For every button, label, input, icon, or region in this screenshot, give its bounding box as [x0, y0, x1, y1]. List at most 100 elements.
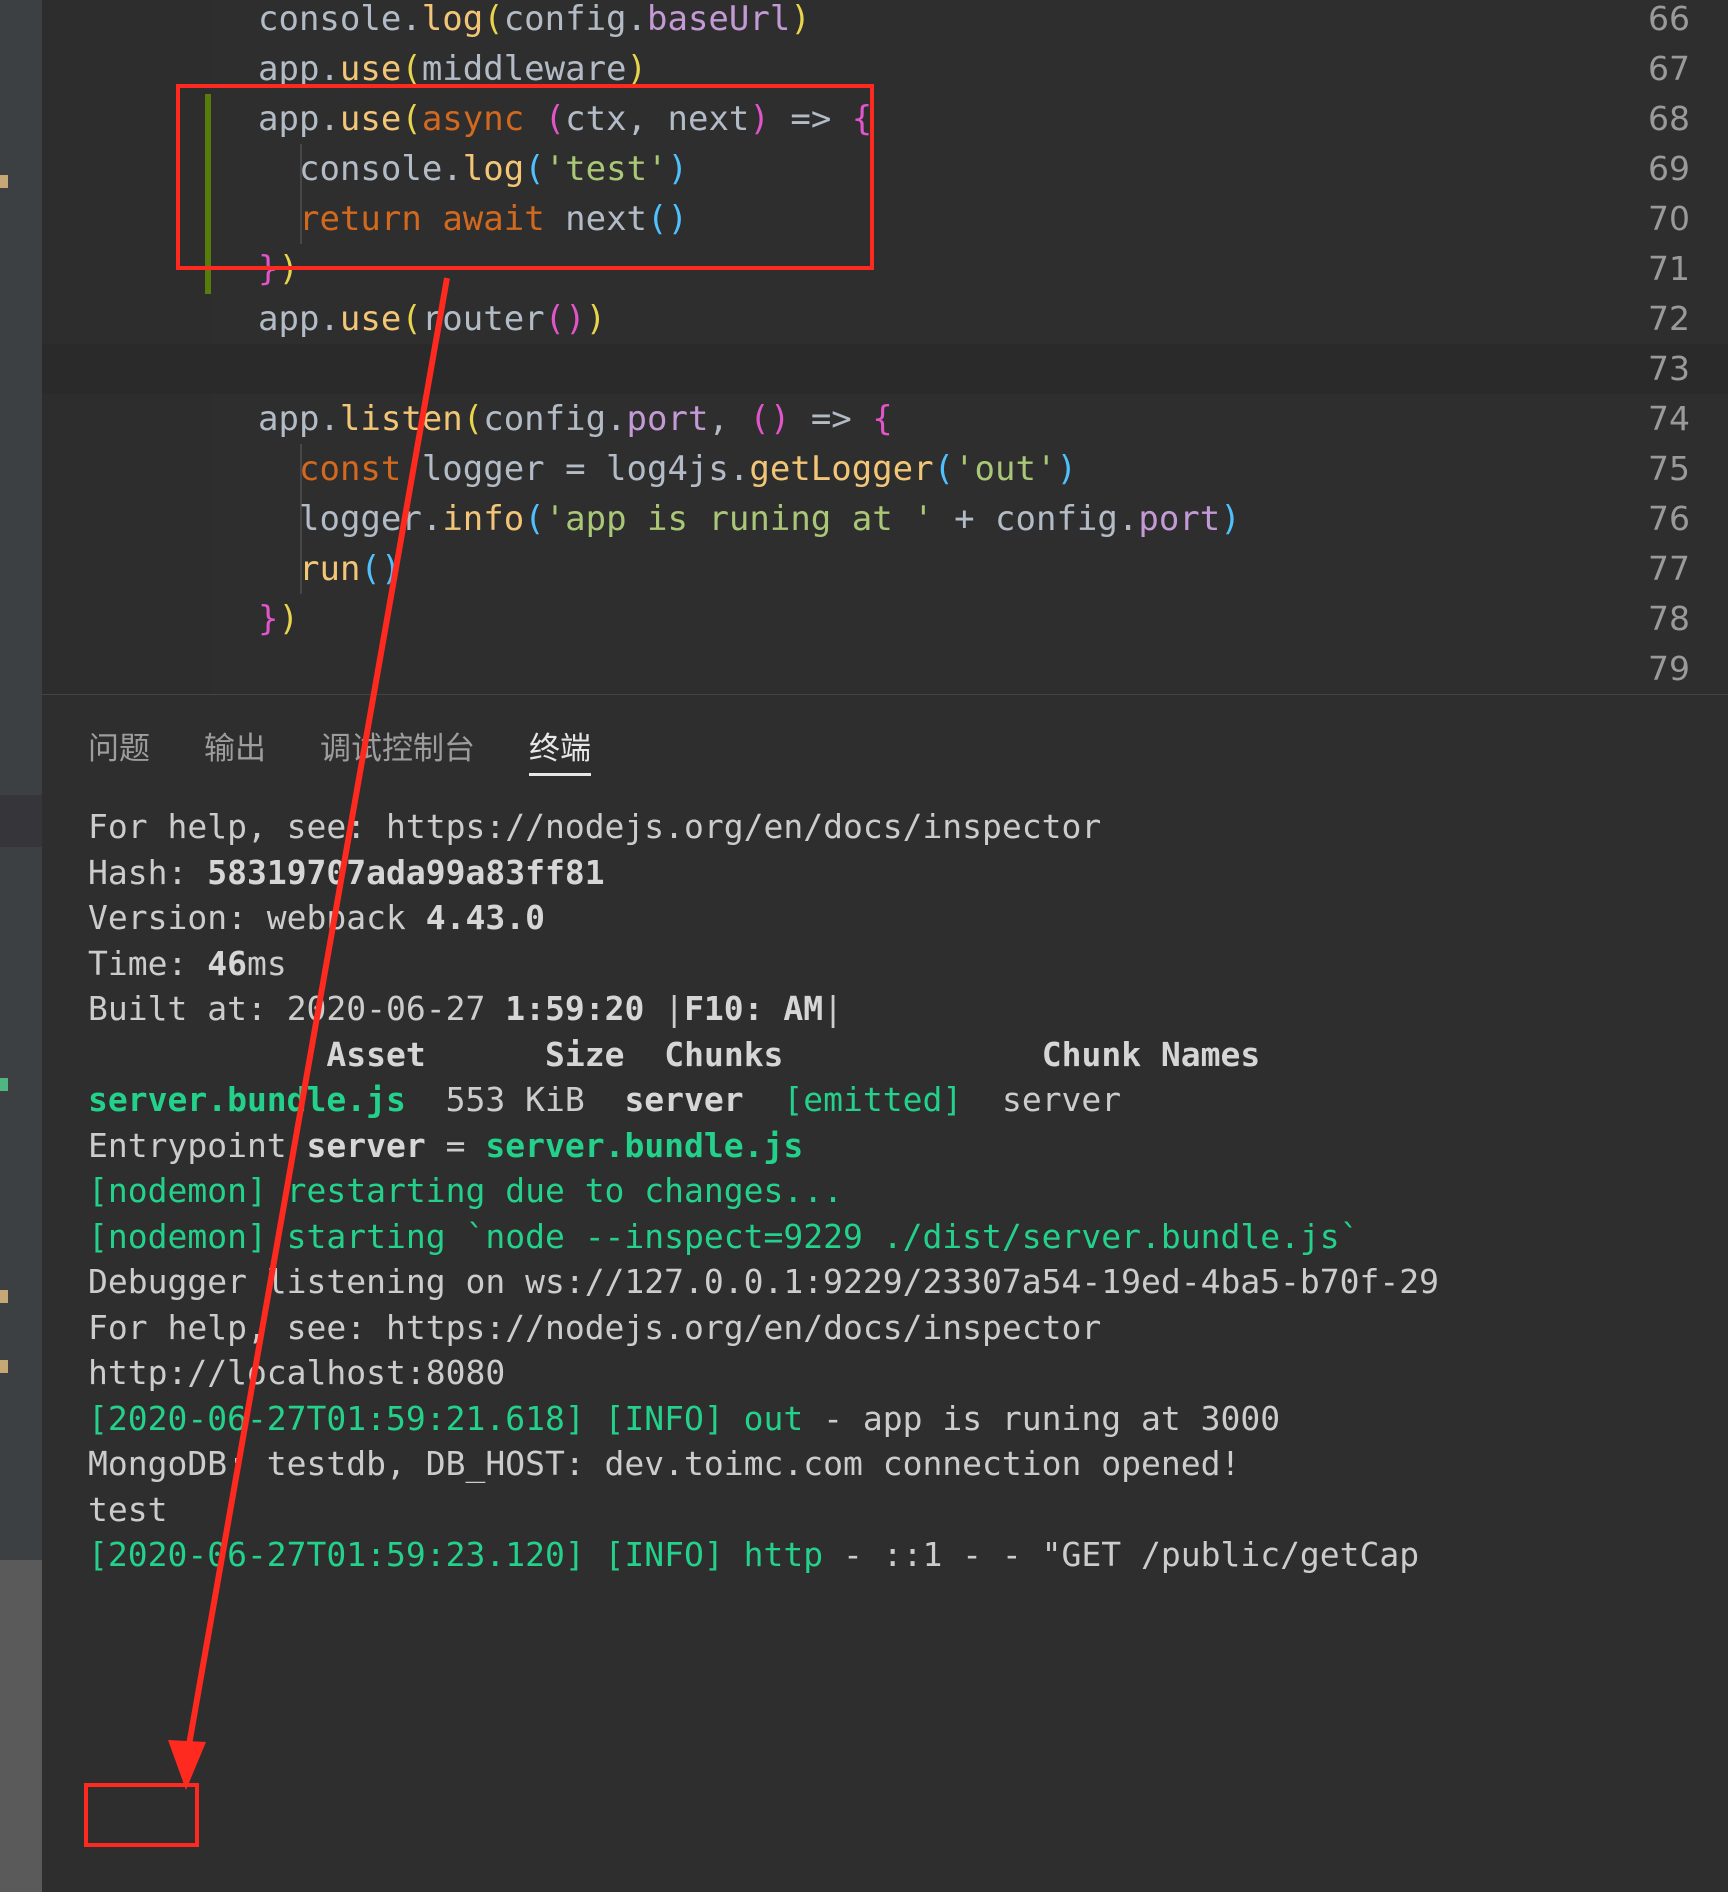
code-token: .: [728, 449, 750, 489]
terminal-text: [2020-06-27T01:59:21.618] [INFO] out: [88, 1398, 804, 1438]
line-number: 72: [1648, 299, 1690, 338]
code-token: config: [483, 399, 607, 439]
code-line[interactable]: return await next(): [299, 194, 688, 244]
code-token: =>: [790, 399, 873, 439]
code-token: ): [626, 49, 647, 89]
bottom-panel: 问题 输出 调试控制台 终端 For help, see: https://nodej…: [42, 694, 1728, 1892]
overview-strip-band: [0, 795, 42, 847]
overview-marker: [0, 1078, 8, 1091]
code-line[interactable]: const logger = log4js.getLogger('out'): [299, 444, 1077, 494]
code-token: ): [769, 399, 791, 439]
code-token: (: [524, 149, 545, 189]
line-number: 70: [1648, 199, 1690, 238]
code-token: info: [442, 499, 525, 539]
code-token: 'app is runing at ': [544, 499, 934, 539]
code-token: .: [626, 0, 647, 39]
terminal-text: For help, see: https://nodejs.org/en/doc…: [88, 807, 1102, 846]
code-token: router: [421, 299, 545, 339]
code-token: next: [544, 199, 648, 239]
terminal-text: For help, see: https://nodejs.org/en/doc…: [88, 1307, 1102, 1347]
code-line[interactable]: run(): [299, 544, 401, 594]
overview-strip-footer: [0, 1560, 42, 1892]
terminal-line: [2020-06-27T01:59:23.120] [INFO] http - …: [88, 1532, 1728, 1578]
code-token: return: [299, 199, 422, 239]
code-token: {: [872, 399, 893, 439]
line-number: 76: [1648, 499, 1690, 538]
code-token: await: [442, 199, 545, 239]
code-token: app: [258, 399, 320, 439]
code-line[interactable]: app.listen(config.port, () => {: [258, 394, 893, 444]
code-token: (: [544, 299, 566, 339]
code-token: getLogger: [749, 449, 934, 489]
overview-marker: [0, 1360, 8, 1373]
code-token: =>: [769, 99, 852, 139]
code-line[interactable]: console.log('test'): [299, 144, 688, 194]
code-token: 'test': [544, 149, 668, 189]
panel-tab-label: 终端: [529, 730, 591, 767]
terminal-text: server: [624, 1080, 744, 1119]
panel-tab-3[interactable]: 终端: [529, 702, 591, 788]
terminal-text: [nodemon] starting `node --inspect=9229 …: [88, 1216, 1360, 1256]
code-token: log: [462, 149, 525, 189]
code-token: (: [647, 199, 668, 239]
code-line[interactable]: }): [258, 594, 299, 644]
code-token: baseUrl: [647, 0, 791, 39]
code-line[interactable]: app.use(middleware): [258, 44, 647, 94]
vscode-window: 66 console.log(config.baseUrl) 67 app.use(m…: [0, 0, 1728, 1892]
code-token: (: [401, 299, 422, 339]
code-editor[interactable]: 66 console.log(config.baseUrl) 67 app.use(m…: [42, 0, 1728, 694]
code-token: ): [667, 199, 688, 239]
line-number: 78: [1648, 599, 1690, 638]
panel-tab-bar: 问题 输出 调试控制台 终端: [42, 702, 1728, 788]
terminal-line: Version: webpack 4.43.0: [88, 895, 1728, 941]
code-line[interactable]: console.log(config.baseUrl): [258, 0, 811, 44]
terminal-line: Built at: 2020-06-27 1:59:20 |F10: AM|: [88, 986, 1728, 1032]
code-line[interactable]: logger.info('app is runing at ' + config…: [299, 494, 1241, 544]
git-added-indicator: [205, 144, 211, 194]
code-token: port: [626, 399, 709, 439]
code-token: ): [585, 299, 607, 339]
terminal-text: Hash:: [88, 852, 208, 892]
code-line[interactable]: }): [258, 244, 299, 294]
code-token: 'out': [954, 449, 1057, 489]
line-number: 79: [1648, 649, 1690, 688]
current-line-highlight: [42, 344, 1728, 394]
code-line[interactable]: app.use(router()): [258, 294, 606, 344]
code-line[interactable]: app.use(async (ctx, next) => {: [258, 94, 872, 144]
code-token: ): [667, 149, 688, 189]
editor-overview-strip[interactable]: [0, 0, 42, 1892]
panel-divider: [42, 694, 1728, 695]
terminal-output[interactable]: For help, see: https://nodejs.org/en/doc…: [88, 804, 1728, 1892]
code-token: .: [442, 149, 463, 189]
code-token: .: [319, 399, 340, 439]
terminal-line: Debugger listening on ws://127.0.0.1:922…: [88, 1259, 1728, 1305]
terminal-line: server.bundle.js 553 KiB server [emitted…: [88, 1077, 1728, 1123]
panel-tab-0[interactable]: 问题: [88, 702, 150, 788]
panel-tab-1[interactable]: 输出: [204, 702, 266, 788]
code-token: ): [380, 549, 402, 589]
terminal-text: =: [425, 1125, 486, 1165]
terminal-text: |: [664, 989, 685, 1028]
panel-tab-label: 输出: [204, 730, 266, 767]
terminal-text: Version: webpack: [88, 898, 426, 937]
code-token: ): [790, 0, 811, 39]
line-number: 69: [1648, 149, 1690, 188]
terminal-line: Asset Size Chunks Chunk Names: [88, 1032, 1728, 1078]
terminal-text: Entrypoint: [88, 1125, 307, 1165]
overview-marker: [0, 175, 8, 188]
code-token: console: [299, 149, 443, 189]
panel-tab-2[interactable]: 调试控制台: [320, 702, 475, 788]
line-number: 68: [1648, 99, 1690, 138]
line-number: 74: [1648, 399, 1690, 438]
code-token: logger = log4js: [401, 449, 729, 489]
code-token: (: [483, 0, 504, 39]
git-added-indicator: [205, 194, 211, 244]
code-token: .: [319, 99, 340, 139]
code-token: ,: [626, 99, 648, 139]
